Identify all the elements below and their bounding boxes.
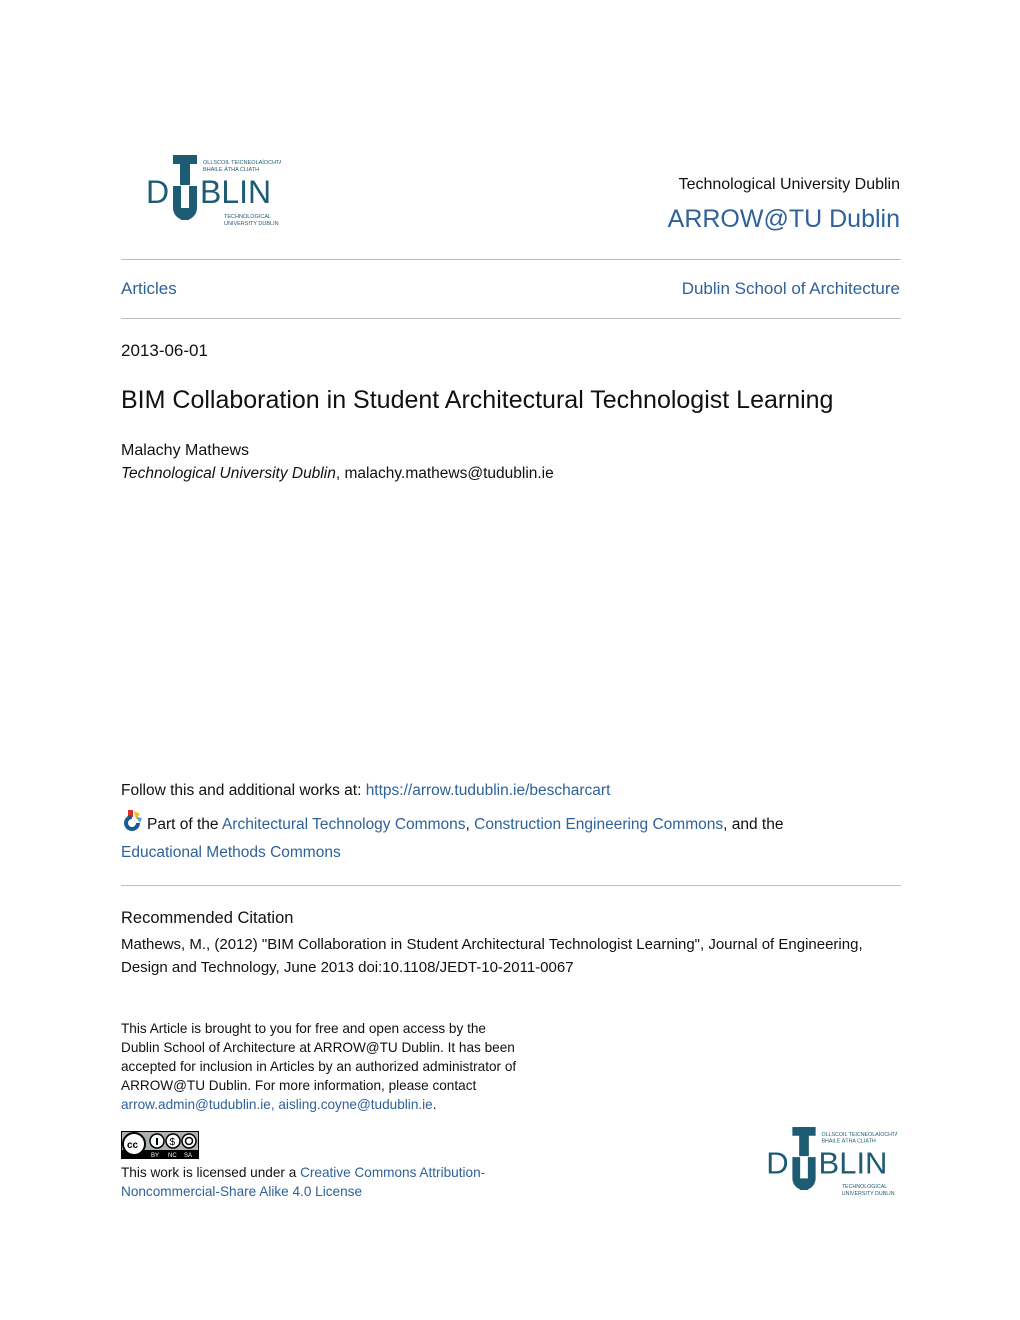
- access-notice-end: .: [432, 1097, 437, 1112]
- svg-text:$: $: [170, 1137, 176, 1148]
- tu-dublin-logo-bottom: D BLIN OLLSCOIL TEICNEOLAÍOCHTA BHAILE Á…: [742, 1118, 897, 1200]
- svg-text:BLIN: BLIN: [819, 1146, 888, 1181]
- cc-label-sa: SA: [184, 1153, 192, 1159]
- follow-label: Follow this and additional works at:: [121, 782, 366, 799]
- logo-english-line2: UNIVERSITY DUBLIN: [224, 221, 279, 227]
- cc-by-nc-sa-icon[interactable]: cc $ BY NC SA: [121, 1131, 199, 1159]
- tu-dublin-logo-icon: D BLIN OLLSCOIL TEICNEOLAÍOCHTA BHAILE Á…: [766, 1127, 897, 1197]
- repository-link[interactable]: ARROW@TU Dublin: [668, 205, 900, 234]
- construction-engineering-commons-link[interactable]: Construction Engineering Commons: [474, 816, 723, 833]
- architectural-technology-commons-link[interactable]: Architectural Technology Commons: [222, 816, 466, 833]
- contact-email-coyne[interactable]: aisling.coyne@tudublin.ie: [278, 1097, 432, 1112]
- logo-english-line2: UNIVERSITY DUBLIN: [842, 1191, 895, 1197]
- svg-text:cc: cc: [127, 1140, 139, 1151]
- collection-link[interactable]: Articles: [121, 279, 177, 299]
- part-of-separator-2: , and the: [723, 816, 784, 833]
- author-affiliation: Technological University Dublin, malachy…: [121, 465, 554, 483]
- license-notice: This work is licensed under a Creative C…: [121, 1163, 521, 1201]
- school-link[interactable]: Dublin School of Architecture: [682, 279, 900, 299]
- citation-heading: Recommended Citation: [121, 909, 294, 927]
- logo-irish-line2: BHAILE ÁTHA CLIATH: [203, 166, 259, 173]
- part-of-line: Part of the Architectural Technology Com…: [121, 810, 911, 867]
- cc-label-nc: NC: [168, 1153, 177, 1159]
- part-of-separator-1: ,: [465, 816, 475, 833]
- divider-top: [121, 259, 901, 260]
- logo-irish-line2: BHAILE ÁTHA CLIATH: [821, 1138, 875, 1145]
- author-name: Malachy Mathews: [121, 442, 250, 459]
- affiliation-name: Technological University Dublin: [121, 465, 336, 482]
- cc-label-by: BY: [151, 1153, 159, 1159]
- logo-english-line1: TECHNOLOGICAL: [224, 214, 271, 220]
- commons-network-icon: [121, 810, 145, 832]
- tu-dublin-logo-icon: D BLIN OLLSCOIL TEICNEOLAÍOCHTA BHAILE Á…: [146, 155, 281, 227]
- logo-irish-line1: OLLSCOIL TEICNEOLAÍOCHTA: [821, 1131, 897, 1138]
- logo-irish-line1: OLLSCOIL TEICNEOLAÍOCHTA: [203, 159, 281, 166]
- tu-dublin-logo-top: D BLIN OLLSCOIL TEICNEOLAÍOCHTA BHAILE Á…: [121, 146, 281, 230]
- follow-line: Follow this and additional works at: htt…: [121, 782, 610, 800]
- contact-email-admin[interactable]: arrow.admin@tudublin.ie,: [121, 1097, 275, 1112]
- divider-citation: [121, 885, 901, 886]
- educational-methods-commons-link[interactable]: Educational Methods Commons: [121, 844, 341, 861]
- logo-wordmark: BLIN: [200, 174, 271, 210]
- citation-text: Mathews, M., (2012) "BIM Collaboration i…: [121, 936, 863, 976]
- svg-text:D: D: [766, 1146, 788, 1181]
- divider-nav: [121, 318, 901, 319]
- follow-url-link[interactable]: https://arrow.tudublin.ie/bescharcart: [366, 782, 611, 799]
- publication-date: 2013-06-01: [121, 341, 208, 360]
- license-prefix: This work is licensed under a: [121, 1165, 301, 1180]
- author-email: malachy.mathews@tudublin.ie: [344, 465, 554, 482]
- logo-letter-d: D: [146, 174, 169, 210]
- article-title: BIM Collaboration in Student Architectur…: [121, 386, 834, 414]
- part-of-prefix: Part of the: [147, 816, 222, 833]
- institution-name: Technological University Dublin: [678, 176, 900, 193]
- logo-english-line1: TECHNOLOGICAL: [842, 1184, 888, 1190]
- access-notice-text: This Article is brought to you for free …: [121, 1021, 517, 1093]
- access-notice: This Article is brought to you for free …: [121, 1019, 521, 1114]
